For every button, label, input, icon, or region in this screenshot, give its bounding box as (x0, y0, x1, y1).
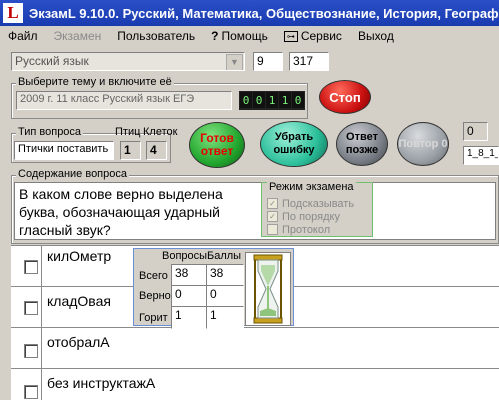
stats-total-label: Всего (139, 270, 168, 282)
exam-mode-option-label: По порядку (282, 210, 340, 223)
chevron-down-icon[interactable]: ▼ (226, 54, 243, 70)
stats-panel: Вопросы Баллы Всего 38 38 Верно 0 0 Гори… (133, 248, 294, 329)
topic-counter: 0 0 1 1 0 (239, 91, 305, 110)
menu-exam[interactable]: Экзамен (46, 29, 110, 43)
row-divider (41, 246, 42, 286)
answer-row: отобралА (11, 327, 499, 368)
answer-text: килОметр (47, 248, 112, 264)
counter-b-field: 317 (289, 52, 329, 71)
repeat-button[interactable]: Повтор 0 (397, 122, 449, 166)
window-title: ЭкзамL 9.10.0. Русский, Математика, Обще… (29, 5, 499, 21)
title-bar: L ЭкзамL 9.10.0. Русский, Математика, Об… (0, 0, 499, 26)
stats-total-points: 38 (206, 264, 244, 287)
question-mark-icon: ? (211, 29, 219, 43)
answer-checkbox[interactable] (24, 260, 38, 274)
remove-error-button[interactable]: Убрать ошибку (260, 121, 328, 167)
row-divider (41, 328, 42, 368)
right-bottom-field: 1_8_1_ (463, 146, 499, 165)
question-text-box: В каком слове верно выделена буква, обоз… (14, 182, 496, 240)
menu-help-label: Помощь (221, 29, 268, 43)
right-top-field: 0 (463, 122, 488, 141)
subject-select[interactable]: Русский язык ▼ (11, 52, 245, 71)
question-type-label: Тип вопроса (16, 126, 84, 138)
check-icon: ✓ (267, 198, 278, 209)
stats-points-header: Баллы (207, 250, 242, 262)
counter-digit: 0 (240, 92, 252, 108)
answer-checkbox[interactable] (24, 344, 38, 358)
question-text: В каком слове верно выделена буква, обоз… (19, 186, 223, 238)
answer-checkbox[interactable] (24, 385, 38, 399)
stats-questions-header: Вопросы (162, 250, 208, 262)
stats-burning-points: 1 (206, 306, 244, 329)
app-logo-icon: L (3, 3, 23, 23)
menu-bar: Файл Экзамен Пользователь ? Помощь ⊶ Сер… (0, 26, 499, 46)
answer-text: кладОвая (47, 293, 111, 309)
exam-mode-option-label: Протокол (282, 223, 331, 236)
topic-field[interactable]: 2009 г. 11 класс Русский язык ЕГЭ (16, 91, 232, 110)
menu-user[interactable]: Пользователь (109, 29, 203, 43)
counter-digit: 0 (253, 92, 265, 108)
menu-exit[interactable]: Выход (350, 29, 402, 43)
ready-answer-button[interactable]: Готов ответ (189, 122, 245, 168)
check-icon: ✓ (267, 211, 278, 222)
key-icon: ⊶ (283, 30, 298, 42)
stop-button[interactable]: Стоп (319, 80, 371, 114)
birds-count: 1 (120, 141, 141, 160)
answer-later-button[interactable]: Ответ позже (336, 122, 388, 166)
stats-burning-questions: 1 (171, 306, 209, 329)
stats-correct-questions: 0 (171, 285, 209, 308)
menu-file[interactable]: Файл (0, 29, 46, 43)
exam-mode-option-label: Подсказывать (282, 197, 355, 210)
menu-service-label: Сервис (300, 29, 342, 43)
birds-label: Птиц (115, 126, 141, 138)
menu-help[interactable]: ? Помощь (203, 29, 276, 43)
answer-text: отобралА (47, 334, 110, 350)
counter-digit: 0 (292, 92, 304, 108)
row-divider (41, 287, 42, 327)
stats-correct-label: Верно (139, 290, 171, 302)
cells-count: 4 (146, 141, 167, 160)
stats-correct-points: 0 (206, 285, 244, 308)
answer-text: без инструктажА (47, 375, 156, 391)
question-content-label: Содержание вопроса (16, 168, 129, 180)
menu-service[interactable]: ⊶ Сервис (276, 29, 350, 43)
answer-row: без инструктажА (11, 368, 499, 400)
counter-a-field: 9 (253, 52, 283, 71)
cells-label: Клеток (143, 126, 178, 138)
answer-checkbox[interactable] (24, 301, 38, 315)
counter-digit: 1 (279, 92, 291, 108)
stats-burning-label: Горит (139, 312, 168, 324)
exam-mode-label: Режим экзамена (267, 181, 356, 193)
exam-mode-order-option[interactable]: ✓ По порядку (267, 210, 354, 223)
row-divider (41, 369, 42, 400)
checkbox-empty-icon (267, 224, 278, 235)
exam-mode-protocol-option[interactable]: Протокол (267, 223, 354, 236)
exam-mode-group: Режим экзамена ✓ Подсказывать ✓ По поряд… (261, 181, 373, 237)
topic-label: Выберите тему и включите её (16, 76, 174, 88)
counter-digit: 1 (266, 92, 278, 108)
exam-mode-hint-option[interactable]: ✓ Подсказывать (267, 197, 354, 210)
hourglass-icon (245, 252, 291, 326)
question-type-field: Птички поставить (14, 141, 114, 160)
stats-total-questions: 38 (171, 264, 209, 287)
subject-value: Русский язык (15, 54, 89, 68)
